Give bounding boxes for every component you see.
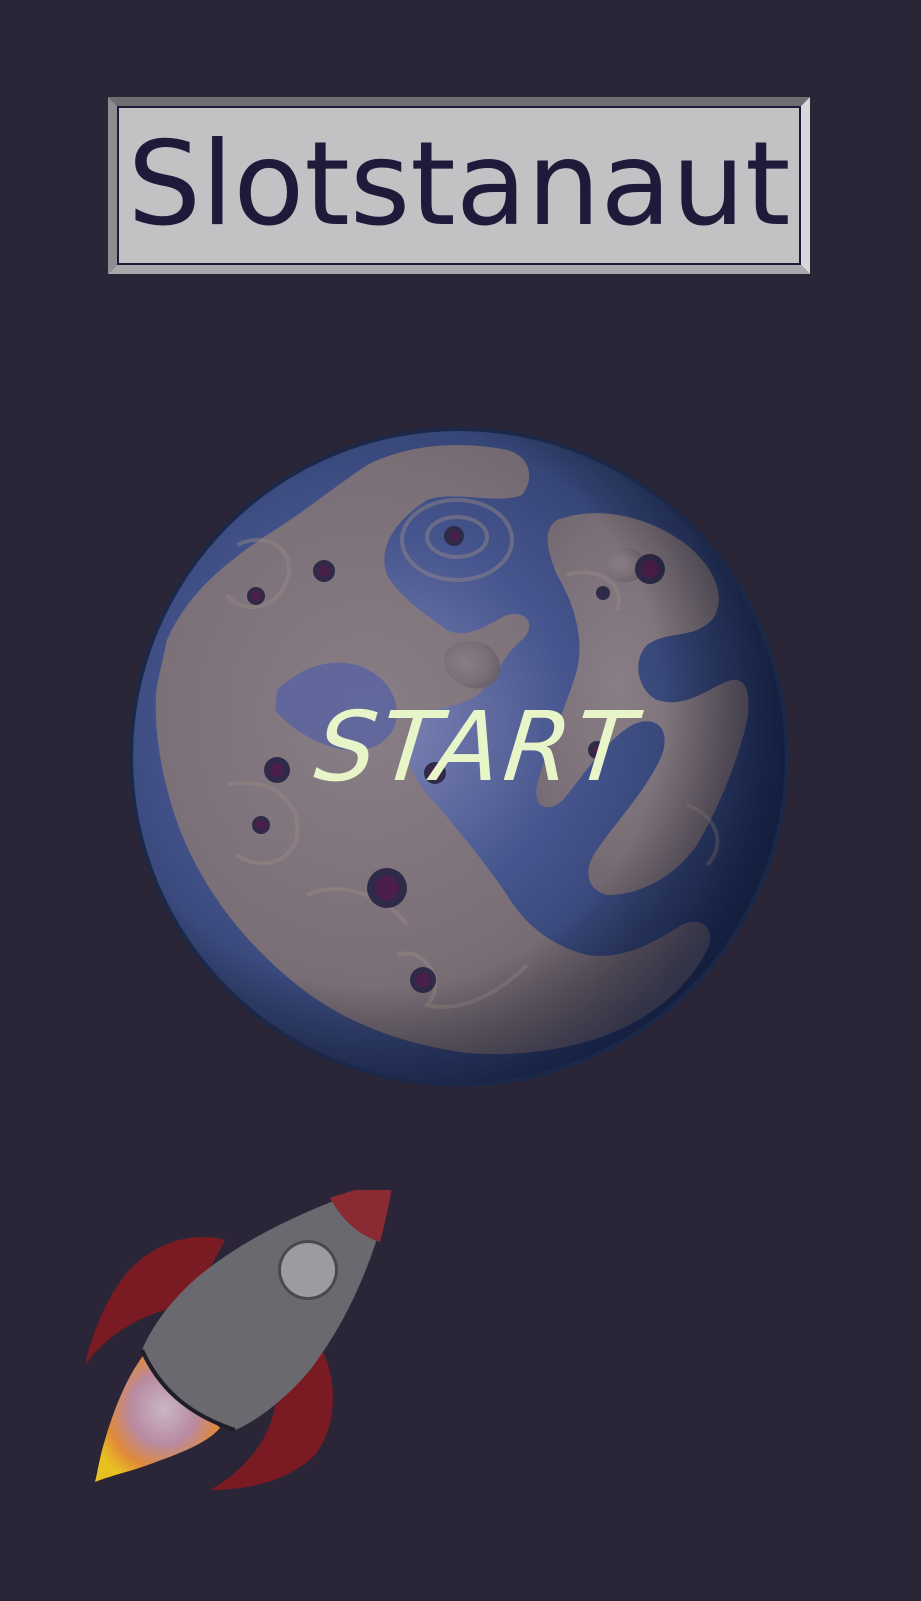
rocket-icon [85, 1190, 392, 1490]
game-title: Slotstanaut [127, 117, 791, 252]
title-screen: Slotstanaut START [0, 0, 921, 1601]
start-button[interactable]: START [127, 425, 791, 1089]
start-label[interactable]: START [271, 687, 684, 807]
title-plate: Slotstanaut [108, 97, 810, 274]
